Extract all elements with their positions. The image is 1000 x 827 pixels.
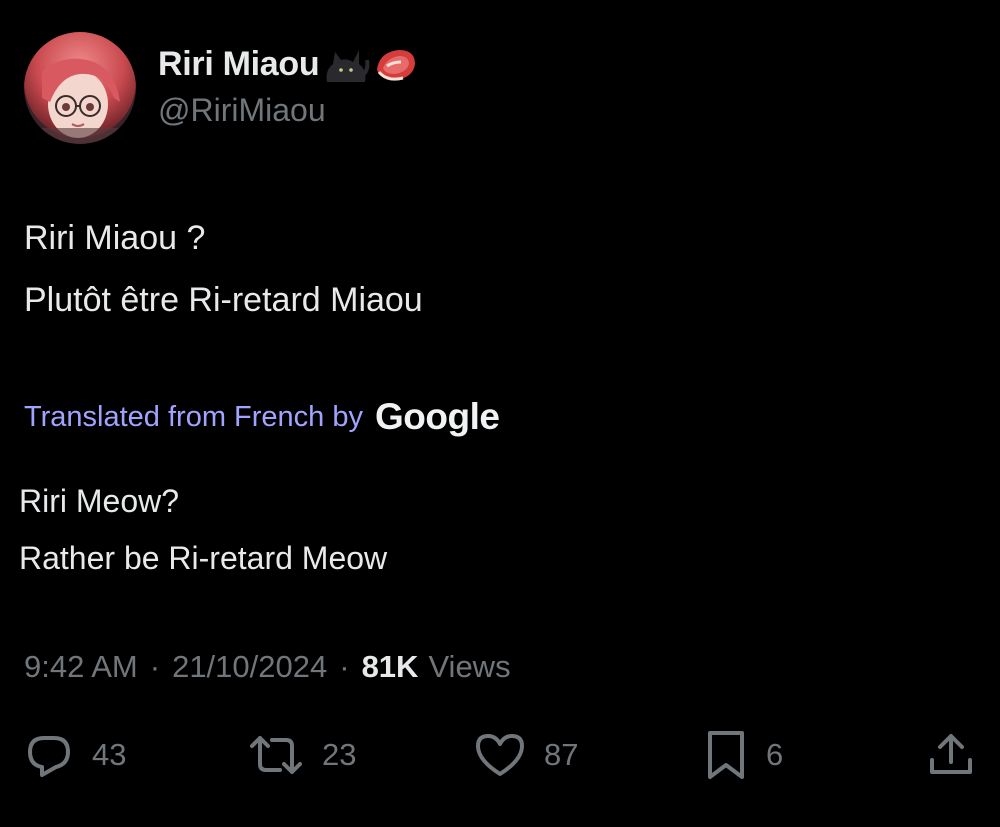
share-icon [930,734,972,774]
retweet-icon [250,736,302,774]
display-name[interactable]: Riri Miaou [158,45,320,84]
bookmark-count: 6 [766,737,784,772]
translated-text-line-1: Riri Meow? [19,483,180,519]
avatar-image [24,32,136,144]
bookmark-icon [708,731,744,779]
user-handle[interactable]: @RiriMiaou [158,92,326,129]
translated-text-line-2: Rather be Ri-retard Meow [19,540,388,576]
like-count: 87 [544,737,579,772]
tweet-text-line-1: Riri Miaou ? [24,219,206,257]
reply-count: 43 [92,737,127,772]
views-label: Views [428,649,511,684]
meat-emoji-icon [373,42,419,86]
author-name-row: Riri Miaou [158,42,419,86]
tweet-text-line-2: Plutôt être Ri-retard Miaou [24,281,423,319]
bookmark-button[interactable]: 6 [704,728,783,782]
reply-icon [28,736,70,777]
views-count: 81K [361,649,419,684]
meta-separator: · [339,649,350,684]
tweet-time[interactable]: 9:42 AM [24,649,138,685]
avatar[interactable] [24,32,136,144]
share-button[interactable] [926,728,976,782]
tweet-date[interactable]: 21/10/2024 [172,649,327,685]
retweet-button[interactable]: 23 [248,728,356,782]
heart-icon [476,734,524,776]
translated-from-label[interactable]: Translated from French by [24,401,363,434]
black-cat-emoji-icon [321,42,371,86]
tweet-meta: 9:42 AM · 21/10/2024 · 81K Views [24,647,511,687]
like-button[interactable]: 87 [474,728,578,782]
reply-button[interactable]: 43 [24,728,126,782]
meta-separator: · [149,649,161,684]
retweet-count: 23 [322,737,357,772]
google-logo: Google [375,396,500,437]
translation-attribution: Translated from French by Google [24,395,500,439]
